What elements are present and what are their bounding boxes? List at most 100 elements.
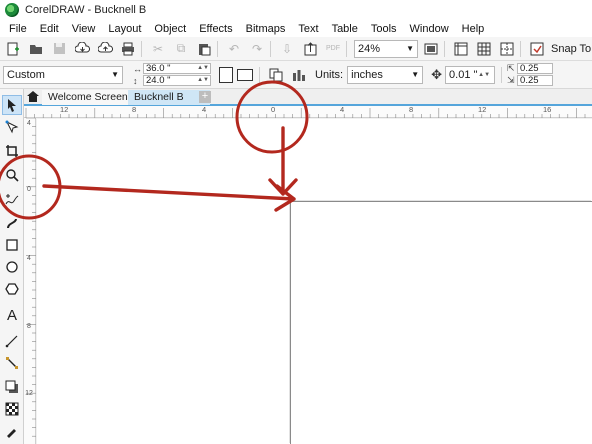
ellipse-tool-icon[interactable] [2, 257, 22, 277]
ruler-label: 12 [25, 390, 33, 397]
nudge-distance-icon: ✥ [431, 66, 443, 82]
menu-table[interactable]: Table [332, 23, 358, 35]
undo-icon[interactable]: ↶ [224, 39, 244, 59]
toolbar-separator [520, 40, 521, 57]
duplicate-y-field[interactable]: 0.25 [517, 75, 554, 86]
open-folder-icon[interactable] [26, 39, 46, 59]
zoom-tool-icon[interactable] [2, 165, 22, 185]
duplicate-x-icon: ⇱ [507, 63, 515, 73]
document-tab-bar: Welcome Screen Bucknell B + [24, 89, 592, 106]
cloud-download-icon[interactable] [72, 39, 92, 59]
snap-to-label[interactable]: Snap To [551, 43, 591, 55]
tab-bucknell-b[interactable]: Bucknell B [128, 90, 210, 105]
menu-help[interactable]: Help [462, 23, 485, 35]
print-icon[interactable] [118, 39, 138, 59]
snap-to-icon[interactable] [527, 39, 547, 59]
pick-tool-icon[interactable] [2, 95, 22, 115]
page-height-field[interactable]: 24.0 " ▲▼ [143, 75, 211, 86]
menu-edit[interactable]: Edit [40, 23, 59, 35]
units-label: Units: [315, 68, 344, 81]
zoom-level-value: 24% [358, 42, 381, 55]
ruler-label: 12 [60, 105, 69, 114]
toolbox: A [0, 89, 24, 444]
units-value: inches [351, 68, 383, 81]
menu-object[interactable]: Object [154, 23, 186, 35]
freehand-tool-icon[interactable] [2, 189, 22, 209]
units-select[interactable]: inches ▼ [347, 65, 424, 84]
duplicate-x-field[interactable]: 0.25 [517, 63, 554, 74]
page-width-field[interactable]: 36.0 " ▲▼ [143, 63, 211, 74]
new-document-icon[interactable] [3, 39, 23, 59]
ruler-label: 8 [409, 105, 414, 114]
full-screen-preview-icon[interactable] [421, 39, 441, 59]
spin-arrows-icon[interactable]: ▲▼ [478, 72, 491, 78]
menu-view[interactable]: View [72, 23, 96, 35]
menu-effects[interactable]: Effects [199, 23, 232, 35]
horizontal-ruler[interactable]: 12 8 4 0 4 8 12 16 [24, 106, 592, 118]
nudge-distance-value: 0.01 " [449, 68, 478, 81]
plus-icon[interactable]: + [199, 91, 211, 103]
parallel-dimension-tool-icon[interactable] [2, 331, 22, 351]
redo-icon[interactable]: ↷ [247, 39, 267, 59]
ruler-label: 0 [27, 186, 31, 193]
save-icon[interactable] [49, 39, 69, 59]
drop-shadow-tool-icon[interactable] [2, 377, 22, 397]
ruler-label: 12 [478, 105, 487, 114]
vertical-ruler[interactable]: 4 0 4 8 12 [24, 118, 36, 444]
page-dimensions: ↔ 36.0 " ▲▼ ↕ 24.0 " ▲▼ [133, 63, 211, 86]
toolbar-separator [270, 40, 271, 57]
chevron-down-icon: ▼ [111, 70, 119, 79]
toolbar-separator [141, 40, 142, 57]
polygon-tool-icon[interactable] [2, 279, 22, 299]
all-pages-icon[interactable] [266, 65, 286, 85]
spin-arrows-icon[interactable]: ▲▼ [197, 76, 210, 85]
show-rulers-icon[interactable] [451, 39, 471, 59]
cloud-upload-icon[interactable] [95, 39, 115, 59]
artistic-media-tool-icon[interactable] [2, 213, 22, 233]
window-title: CorelDRAW - Bucknell B [25, 4, 147, 16]
spin-arrows-icon[interactable]: ▲▼ [197, 64, 210, 73]
menu-bar: File Edit View Layout Object Effects Bit… [0, 20, 592, 37]
coreldraw-logo-icon [5, 3, 19, 17]
toolbar-separator [217, 40, 218, 57]
toolbar-separator [259, 66, 260, 83]
text-tool-icon[interactable]: A [2, 305, 22, 325]
connector-tool-icon[interactable] [2, 353, 22, 373]
horizontal-ruler-ticks [25, 108, 586, 118]
paste-icon[interactable] [194, 39, 214, 59]
standard-toolbar: ✂ ⧉ ↶ ↷ ⇩ PDF 24% ▼ Snap To [0, 37, 592, 61]
ruler-label: 4 [340, 105, 345, 114]
shape-tool-icon[interactable] [2, 117, 22, 137]
menu-tools[interactable]: Tools [371, 23, 397, 35]
page-preset-select[interactable]: Custom ▼ [3, 65, 123, 84]
toolbar-separator [444, 40, 445, 57]
landscape-orientation-icon[interactable] [237, 68, 253, 81]
ruler-label: 0 [271, 105, 276, 114]
rectangle-tool-icon[interactable] [2, 235, 22, 255]
menu-text[interactable]: Text [298, 23, 318, 35]
import-icon[interactable]: ⇩ [277, 39, 297, 59]
show-grid-icon[interactable] [474, 39, 494, 59]
publish-pdf-icon[interactable]: PDF [323, 39, 343, 59]
tab-welcome-screen[interactable]: Welcome Screen [42, 90, 128, 105]
menu-file[interactable]: File [9, 23, 27, 35]
duplicate-distance: ⇱ 0.25 ⇲ 0.25 [507, 63, 554, 86]
zoom-level-select[interactable]: 24% ▼ [354, 39, 418, 58]
eyedropper-tool-icon[interactable] [2, 421, 22, 441]
copy-icon[interactable]: ⧉ [171, 39, 191, 59]
transparency-tool-icon[interactable] [2, 399, 22, 419]
export-icon[interactable] [300, 39, 320, 59]
menu-window[interactable]: Window [410, 23, 449, 35]
home-icon[interactable] [26, 91, 39, 103]
page-boundary[interactable] [290, 201, 592, 444]
ruler-label: 4 [202, 105, 207, 114]
menu-bitmaps[interactable]: Bitmaps [246, 23, 286, 35]
portrait-orientation-icon[interactable] [219, 66, 233, 83]
current-page-icon[interactable] [289, 65, 309, 85]
crop-tool-icon[interactable] [2, 141, 22, 161]
show-guidelines-icon[interactable] [497, 39, 517, 59]
toolbar-separator [501, 66, 503, 83]
nudge-distance-field[interactable]: 0.01 " ▲▼ [445, 65, 496, 84]
cut-icon[interactable]: ✂ [148, 39, 168, 59]
menu-layout[interactable]: Layout [108, 23, 141, 35]
